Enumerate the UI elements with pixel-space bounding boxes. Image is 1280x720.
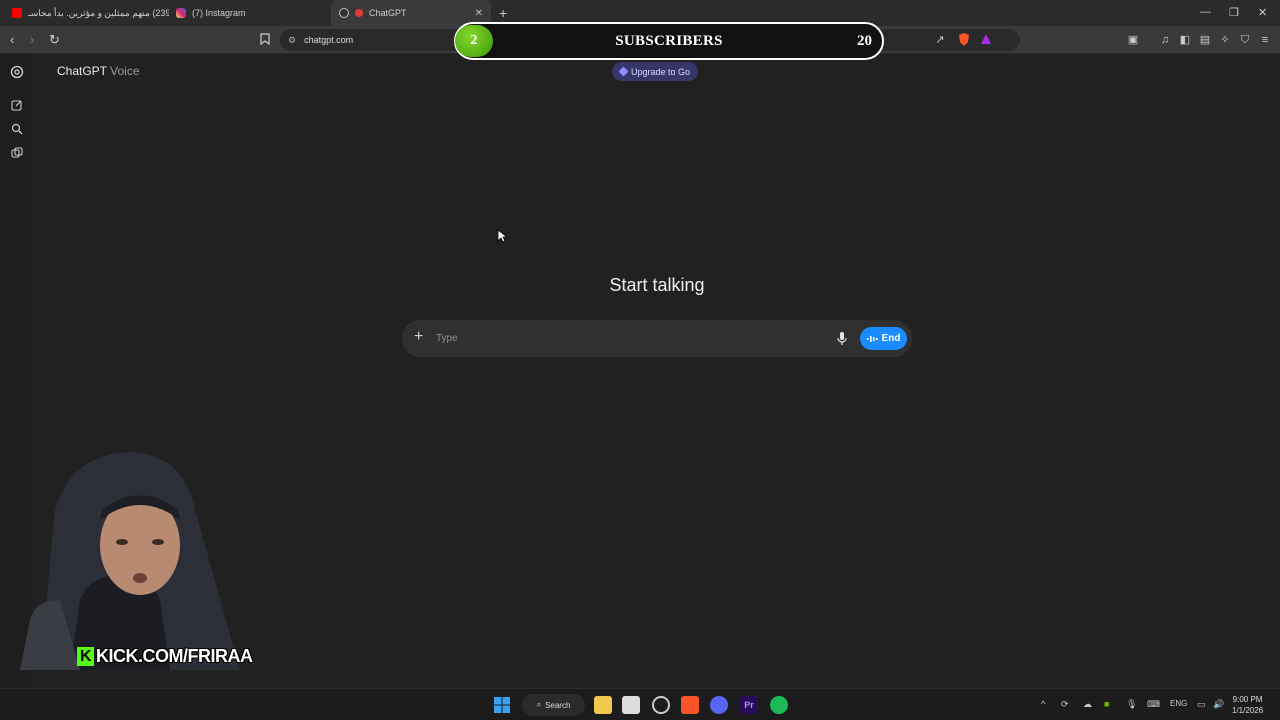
vpn-icon[interactable]: ⛉ (1238, 33, 1252, 47)
close-tab-icon[interactable]: ✕ (475, 8, 483, 19)
add-attachment-button[interactable]: + (414, 328, 423, 346)
share-icon[interactable]: ↗ (933, 33, 947, 47)
taskbar-search[interactable]: ⌕ Search (522, 694, 585, 716)
media-icon[interactable]: ♫ (1158, 33, 1172, 47)
nvidia-icon[interactable]: ■ (1104, 699, 1109, 709)
wallet-icon[interactable]: ▤ (1198, 33, 1212, 47)
tab-instagram[interactable]: (7) Instagram (168, 0, 328, 26)
subscriber-goal-overlay: 2 SUBSCRIBERS 20 (454, 22, 884, 60)
sidebar-toggle-icon[interactable]: ◧ (1178, 33, 1192, 47)
composer: + End (402, 320, 912, 357)
voice-heading: Start talking (609, 275, 705, 295)
end-label: End (881, 333, 901, 344)
obs-icon[interactable] (652, 696, 670, 714)
onedrive-icon[interactable]: ☁ (1083, 699, 1092, 710)
new-tab-button[interactable]: + (499, 5, 507, 21)
spotify-icon[interactable] (770, 696, 788, 714)
close-window-icon[interactable]: ✕ (1258, 6, 1267, 19)
leo-ai-icon[interactable]: ✧ (1218, 33, 1232, 47)
chatgpt-logo-icon[interactable] (10, 65, 24, 79)
discord-icon[interactable] (710, 696, 728, 714)
brave-browser-icon[interactable] (681, 696, 699, 714)
kick-handle: KICK.COM/FRIRAA (96, 646, 253, 666)
library-icon[interactable] (10, 147, 24, 161)
app-name: ChatGPT (57, 64, 107, 78)
youtube-icon (12, 8, 22, 18)
menu-icon[interactable]: ≡ (1258, 33, 1272, 47)
clock-time: 9:00 PM (1232, 695, 1263, 704)
keyboard-icon[interactable]: ⌨ (1147, 699, 1160, 710)
new-chat-icon[interactable] (10, 99, 24, 113)
tab-youtube[interactable]: (239) منهم ممثلين و مؤثرين. بدأ محاسـ (4, 0, 169, 26)
tab-label: ChatGPT (369, 8, 407, 18)
kick-logo-icon: K (77, 647, 94, 666)
language-indicator[interactable]: ENG (1170, 699, 1187, 708)
subscriber-goal: 20 (857, 33, 872, 49)
chatgpt-icon (339, 8, 349, 18)
message-input[interactable] (436, 329, 816, 348)
network-icon[interactable]: ▭ (1197, 699, 1206, 710)
windows-start-icon[interactable] (493, 696, 511, 714)
clock-date: 1/1/2026 (1232, 706, 1264, 715)
tray-expand-icon[interactable]: ^ (1041, 699, 1045, 709)
taskbar-search-label: Search (545, 700, 571, 710)
microphone-tray-icon[interactable]: 🎙 (1126, 699, 1137, 710)
upgrade-label: Upgrade to Go (631, 66, 691, 77)
page-title: ChatGPT Voice (57, 64, 140, 78)
volume-icon[interactable]: 🔊 (1213, 699, 1224, 710)
bookmark-icon[interactable] (258, 33, 272, 47)
search-icon[interactable] (10, 123, 24, 137)
site-info-icon[interactable]: ⚙ (288, 35, 296, 46)
tab-search-icon[interactable]: ▣ (1126, 33, 1140, 47)
end-voice-button[interactable]: End (860, 327, 907, 350)
forward-icon[interactable]: › (30, 32, 34, 47)
minimize-icon[interactable]: — (1200, 6, 1211, 18)
kick-handle-banner: K KICK.COM/FRIRAA (77, 646, 253, 667)
streamer-webcam-image (20, 452, 240, 670)
subscriber-label: SUBSCRIBERS (615, 33, 723, 49)
snipping-tool-icon[interactable] (622, 696, 640, 714)
mouse-cursor-icon (497, 229, 507, 243)
instagram-icon (176, 8, 186, 18)
search-icon: ⌕ (536, 700, 542, 709)
microphone-icon[interactable] (835, 331, 849, 346)
tab-label: (7) Instagram (192, 8, 246, 18)
upgrade-button[interactable]: Upgrade to Go (612, 62, 699, 81)
waveform-icon (866, 335, 878, 342)
restore-icon[interactable]: ❐ (1229, 6, 1239, 19)
system-clock[interactable]: 9:00 PM 1/1/2026 (1232, 694, 1263, 716)
back-icon[interactable]: ‹ (10, 32, 14, 47)
file-explorer-icon[interactable] (594, 696, 612, 714)
app-mode: Voice (110, 64, 140, 78)
windows-taskbar: ⌕ Search Pr ^ ⟳ ☁ ■ 🎙 ⌨ ENG ▭ 🔊 9:00 PM … (0, 688, 1280, 720)
brave-shield-icon[interactable] (957, 33, 971, 47)
brave-rewards-icon[interactable] (979, 33, 993, 47)
tab-label: (239) منهم ممثلين و مؤثرين. بدأ محاسـ (28, 7, 169, 18)
reload-icon[interactable]: ↻ (49, 32, 60, 48)
premiere-pro-icon[interactable]: Pr (740, 696, 758, 714)
sparkle-icon (618, 66, 629, 77)
sync-icon[interactable]: ⟳ (1061, 699, 1069, 710)
url-text: chatgpt.com (304, 35, 354, 45)
recording-icon (355, 9, 363, 17)
webcam-overlay (0, 450, 280, 670)
